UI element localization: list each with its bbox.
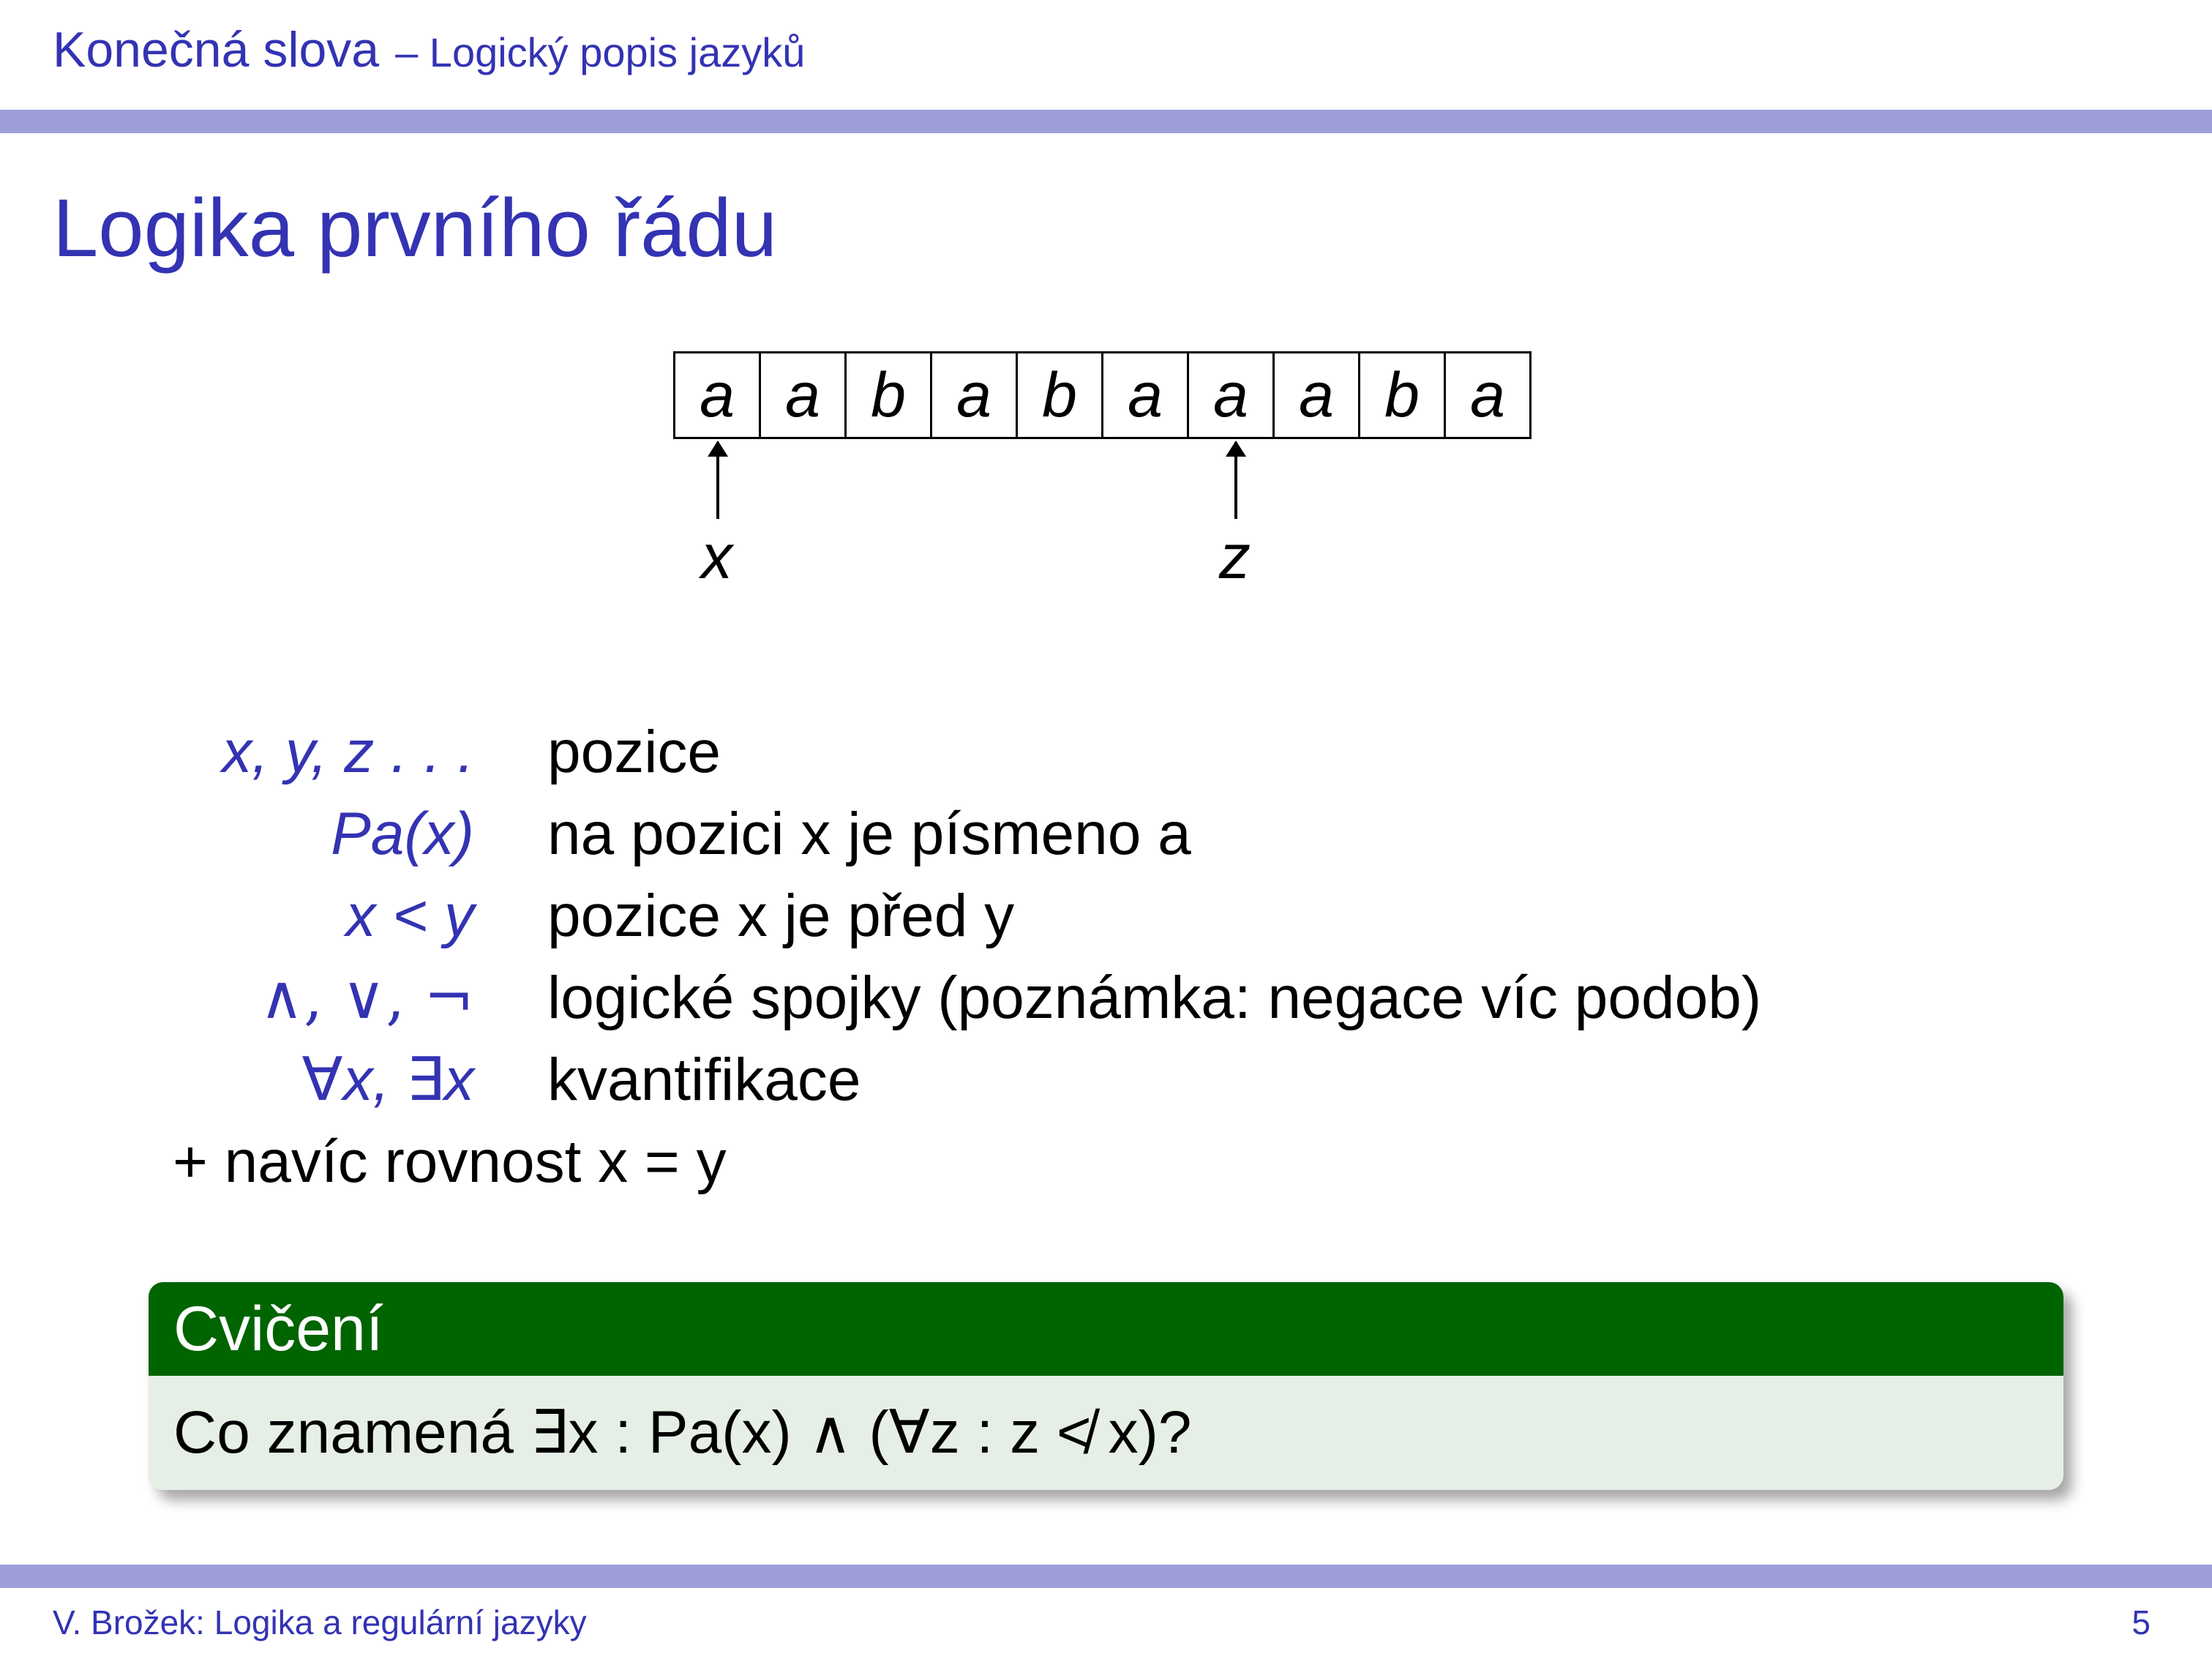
header-bar [0, 110, 2212, 133]
definition-row: x, y, z . . . pozice [0, 711, 2212, 793]
tape-cell: b [1360, 353, 1446, 437]
definition-text: kvantifikace [547, 1046, 861, 1113]
definition-symbol: ∀x, ∃x [301, 1046, 474, 1113]
definition-text: logické spojky (poznámka: negace víc pod… [547, 965, 1762, 1031]
definition-row: x < y pozice x je před y [0, 875, 2212, 957]
tape-cell: a [761, 353, 847, 437]
exercise-title: Cvičení [149, 1282, 2063, 1376]
tape-cell: a [1103, 353, 1189, 437]
presentation-title: Konečná slova [53, 22, 380, 78]
word-tape: a a b a b a a a b a [673, 351, 1531, 439]
definition-symbol: ∧, ∨, ¬ [259, 963, 474, 1033]
footer-bar [0, 1565, 2212, 1588]
definition-row: ∧, ∨, ¬ logické spojky (poznámka: negace… [0, 957, 2212, 1039]
exercise-question: Co znamená ∃x : Pa(x) ∧ (∀z : z ≮ x)? [173, 1399, 1192, 1466]
definition-row: Pa(x) na pozici x je písmeno a [0, 793, 2212, 875]
definition-symbol: Pa(x) [331, 801, 474, 867]
header-title: Konečná slova – Logický popis jazyků [53, 20, 805, 80]
tape-cell: a [1470, 359, 1505, 430]
tape-cell: b [847, 353, 932, 437]
equality-note: + navíc rovnost x = y [173, 1128, 727, 1195]
definition-text: pozice x je před y [547, 883, 1015, 949]
tape-cell: a [1189, 353, 1275, 437]
pointer-arrow-x [708, 441, 728, 519]
frame-title: Logika prvního řádu [53, 182, 778, 274]
definition-text: na pozici x je písmeno a [547, 801, 1191, 867]
pointer-arrow-z [1226, 441, 1246, 519]
pointer-label-x: x [701, 522, 732, 592]
definition-symbol: x < y [345, 883, 474, 949]
tape-cell: a [932, 353, 1018, 437]
tape-cell: a [1275, 353, 1360, 437]
definition-symbol: x, y, z . . . [222, 719, 474, 785]
pointer-label-z: z [1219, 522, 1251, 592]
section-title: – Logický popis jazyků [395, 29, 806, 75]
definition-row: ∀x, ∃x kvantifikace [0, 1039, 2212, 1121]
exercise-block: Cvičení Co znamená ∃x : Pa(x) ∧ (∀z : z … [149, 1282, 2063, 1490]
definition-text: pozice [547, 719, 721, 785]
page-number: 5 [2132, 1603, 2151, 1641]
tape-cell: a [675, 353, 761, 437]
tape-cell: b [1018, 353, 1103, 437]
footer-author: V. Brožek: Logika a regulární jazyky [53, 1603, 587, 1641]
